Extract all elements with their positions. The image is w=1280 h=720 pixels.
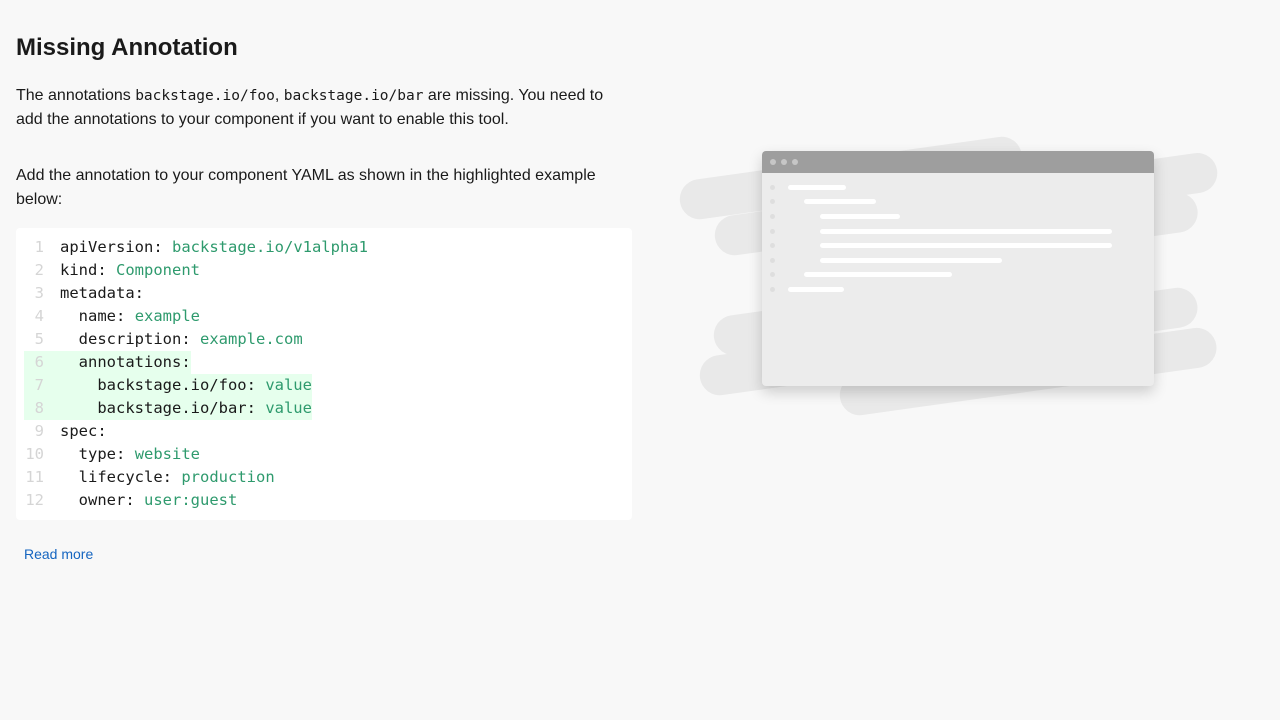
line-dot-icon — [770, 272, 775, 277]
code-text: kind: Component — [60, 261, 200, 279]
line-number: 1 — [34, 238, 44, 256]
line-number: 7 — [34, 376, 44, 394]
annotation-code-bar: backstage.io/bar — [283, 88, 424, 104]
code-text: owner: user:guest — [60, 491, 238, 509]
yaml-key: metadata: — [60, 284, 144, 302]
yaml-key: spec: — [60, 422, 107, 440]
line-dot-icon — [770, 199, 775, 204]
line-dot-icon — [770, 229, 775, 234]
line-number: 5 — [34, 330, 44, 348]
line-number: 3 — [34, 284, 44, 302]
yaml-key: backstage.io/bar: — [97, 399, 256, 417]
placeholder-line — [788, 287, 844, 292]
code-text: spec: — [60, 422, 107, 440]
window-dot-icon — [781, 159, 787, 165]
line-dot-icon — [770, 258, 775, 263]
yaml-key: lifecycle: — [78, 468, 172, 486]
code-line: 11 lifecycle: production — [24, 466, 632, 489]
code-text: name: example — [60, 307, 200, 325]
annotation-code-foo: backstage.io/foo — [135, 88, 275, 104]
code-text: description: example.com — [60, 330, 303, 348]
yaml-key: owner: — [78, 491, 135, 509]
placeholder-line — [820, 229, 1112, 234]
code-line: 12 owner: user:guest — [24, 489, 632, 512]
code-line: 3 metadata: — [24, 282, 632, 305]
line-number: 4 — [34, 307, 44, 325]
yaml-value: value — [265, 376, 312, 394]
yaml-key: type: — [78, 445, 126, 463]
code-text: metadata: — [60, 284, 144, 302]
placeholder-line — [820, 258, 1002, 263]
code-text: apiVersion: backstage.io/v1alpha1 — [60, 238, 368, 256]
code-line: 5 description: example.com — [24, 328, 632, 351]
yaml-value: example.com — [200, 330, 303, 348]
code-text: backstage.io/bar: value — [60, 399, 312, 417]
line-number: 12 — [25, 491, 44, 509]
placeholder-line — [804, 199, 876, 204]
code-text: annotations: — [60, 353, 191, 371]
missing-annotation-description: The annotations backstage.io/foo, backst… — [16, 84, 632, 132]
window-dot-icon — [770, 159, 776, 165]
highlighted-code-line: 6 annotations: — [24, 351, 632, 374]
browser-titlebar — [762, 151, 1154, 173]
line-number: 8 — [34, 399, 44, 417]
code-text: type: website — [60, 445, 200, 463]
yaml-value: example — [134, 307, 201, 325]
yaml-key: apiVersion: — [60, 238, 163, 256]
browser-window-mock — [762, 151, 1154, 386]
yaml-key: kind: — [60, 261, 107, 279]
placeholder-line — [804, 272, 952, 277]
yaml-value: value — [265, 399, 312, 417]
description-separator: , — [274, 87, 284, 104]
code-line: 4 name: example — [24, 305, 632, 328]
instruction-text: Add the annotation to your component YAM… — [16, 167, 596, 208]
line-dot-icon — [770, 185, 775, 190]
line-number: 2 — [34, 261, 44, 279]
description-text-before: The annotations — [16, 87, 136, 104]
yaml-key: name: — [78, 307, 126, 325]
missing-annotation-page: Missing Annotation The annotations backs… — [0, 0, 1280, 720]
code-line: 9 spec: — [24, 420, 632, 443]
yaml-value: backstage.io/v1alpha1 — [172, 238, 368, 256]
code-text: backstage.io/foo: value — [60, 376, 312, 394]
yaml-value: Component — [116, 261, 201, 279]
code-line: 10 type: website — [24, 443, 632, 466]
yaml-value: user:guest — [144, 491, 238, 509]
yaml-key: annotations: — [78, 353, 191, 371]
line-number: 6 — [34, 353, 44, 371]
code-text: lifecycle: production — [60, 468, 275, 486]
yaml-key: backstage.io/foo: — [97, 376, 256, 394]
placeholder-line — [788, 185, 846, 190]
yaml-code-block: 1 apiVersion: backstage.io/v1alpha1 2 kind:… — [16, 228, 632, 520]
yaml-key: description: — [78, 330, 191, 348]
window-dot-icon — [792, 159, 798, 165]
read-more-link[interactable]: Read more — [24, 544, 93, 564]
code-line: 1 apiVersion: backstage.io/v1alpha1 — [24, 236, 632, 259]
browser-window-illustration — [677, 120, 1220, 420]
line-dot-icon — [770, 287, 775, 292]
line-dot-icon — [770, 243, 775, 248]
line-dot-icon — [770, 214, 775, 219]
yaml-value: website — [134, 445, 201, 463]
placeholder-line — [820, 243, 1112, 248]
code-line: 2 kind: Component — [24, 259, 632, 282]
highlighted-code-line: 7 backstage.io/foo: value — [24, 374, 632, 397]
placeholder-line — [820, 214, 900, 219]
line-number: 10 — [25, 445, 44, 463]
yaml-value: production — [181, 468, 275, 486]
page-title: Missing Annotation — [16, 34, 238, 61]
line-number: 9 — [34, 422, 44, 440]
line-number: 11 — [25, 468, 44, 486]
highlighted-code-line: 8 backstage.io/bar: value — [24, 397, 632, 420]
